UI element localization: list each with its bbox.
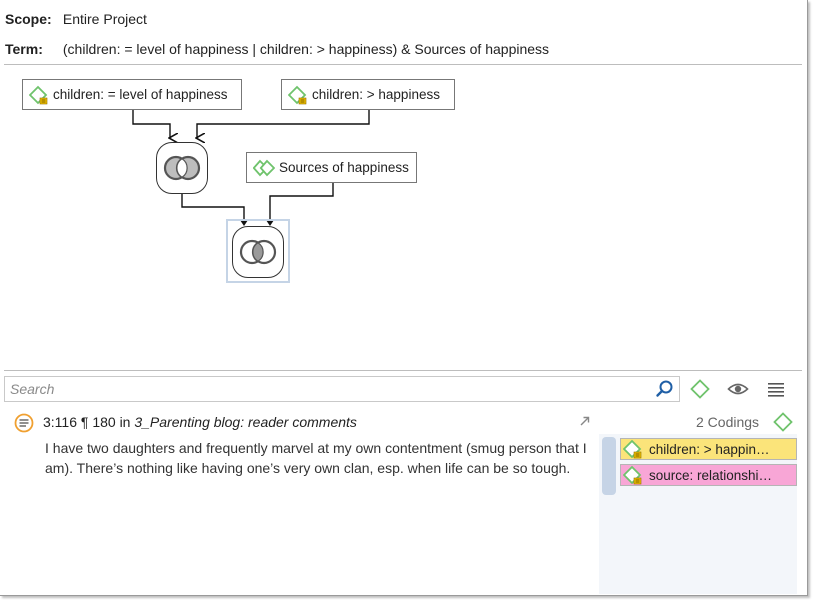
query-graph-canvas[interactable]: children: = level of happiness children:… [0,65,802,370]
menu-button[interactable] [766,379,786,399]
node-label: Sources of happiness [279,160,409,175]
graph-connectors [132,110,370,226]
search-icon[interactable] [655,379,675,399]
connector-line [181,194,245,220]
code-icon [623,465,642,485]
term-row: Term: (children: = level of happiness | … [5,41,549,57]
code-icon [288,85,307,104]
in-word: in [119,414,131,430]
node-label: children: > happiness [312,87,440,102]
scope-label: Scope: [5,11,52,27]
scope-value[interactable]: Entire Project [63,11,147,27]
overlap-circles-icon [239,239,277,265]
coding-label: children: > happin… [649,441,770,457]
query-window: Scope: Entire Project Term: (children: =… [0,0,808,596]
code-node-greater-happiness[interactable]: children: > happiness [281,79,455,110]
coding-chip[interactable]: children: > happin… [620,438,797,460]
quotation-reference[interactable]: 3:116 ¶ 180 in 3_Parenting blog: reader … [43,414,357,430]
term-label: Term: [5,41,43,57]
search-bar [4,376,680,402]
code-filter-icon [690,379,710,399]
document-name: 3_Parenting blog: reader comments [134,414,357,430]
code-node-level-of-happiness[interactable]: children: = level of happiness [22,79,242,110]
or-operator-node[interactable] [156,142,208,194]
code-group-node-sources-of-happiness[interactable]: Sources of happiness [246,152,417,183]
paragraph-number: 180 [92,414,116,430]
quotation-text: I have two daughters and frequently marv… [45,440,587,476]
quotation-id: 3:116 [43,414,77,430]
open-arrow-icon[interactable] [578,414,592,428]
scope-row: Scope: Entire Project [5,11,147,27]
connector-line [132,110,170,138]
overlap-circles-icon [163,155,201,181]
connector-line [269,183,334,220]
coding-label: source: relationshi… [649,467,773,483]
code-icon [623,439,642,459]
add-code-icon[interactable] [773,412,793,432]
menu-icon [768,383,784,397]
connector-line [197,110,370,138]
eye-icon [727,383,749,395]
search-input[interactable] [5,378,655,400]
paragraph-mark: ¶ [80,414,89,430]
pane-divider[interactable] [4,370,802,371]
node-label: children: = level of happiness [53,87,228,102]
scroll-thumb[interactable] [602,437,616,495]
quotation-icon [14,413,34,433]
preview-toggle-button[interactable] [727,379,749,399]
and-operator-node[interactable] [232,226,284,278]
code-group-icon [253,159,275,176]
term-value: (children: = level of happiness | childr… [62,41,550,57]
code-filter-button[interactable] [690,379,710,399]
coding-chip[interactable]: source: relationshi… [620,464,797,486]
code-icon [29,85,48,104]
codings-count: 2 Codings [696,414,760,430]
